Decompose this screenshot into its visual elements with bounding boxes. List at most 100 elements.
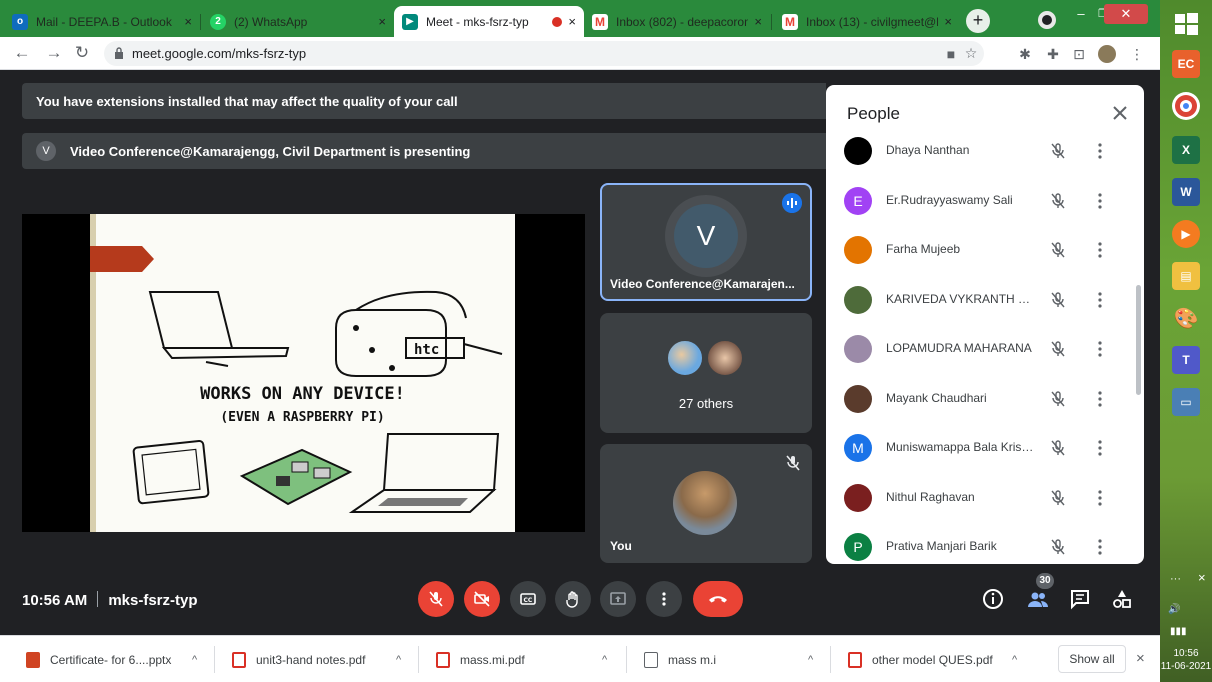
people-scrollbar[interactable]: [1136, 285, 1141, 395]
more-vert-icon[interactable]: [1094, 191, 1106, 211]
mic-off-icon[interactable]: [1048, 389, 1068, 409]
clock-time[interactable]: 10:56: [1160, 648, 1212, 659]
participant-name: Farha Mujeeb: [886, 242, 961, 256]
window-close-icon[interactable]: ✕: [1104, 4, 1148, 24]
tab-whatsapp[interactable]: 2 (2) WhatsApp ×: [202, 6, 394, 37]
participant-row[interactable]: Farha Mujeeb: [826, 226, 1144, 275]
tab-gmail-inbox-1[interactable]: M Inbox (802) - deepacoromar ×: [584, 6, 770, 37]
tab-close-icon[interactable]: ×: [754, 14, 762, 29]
extensions-puzzle-icon[interactable]: ✚: [1044, 45, 1062, 63]
close-icon[interactable]: ×: [1136, 650, 1145, 667]
leave-call-button[interactable]: [693, 581, 743, 617]
cast-icon[interactable]: ⊡: [1070, 45, 1088, 63]
forward-icon[interactable]: →: [44, 43, 64, 63]
excel-icon[interactable]: X: [1172, 136, 1200, 164]
mic-off-icon[interactable]: [1048, 290, 1068, 310]
participant-row[interactable]: M Muniswamappa Bala Krishna: [826, 424, 1144, 473]
others-tile[interactable]: 27 others: [600, 313, 812, 433]
more-vert-icon[interactable]: [1094, 488, 1106, 508]
chrome-icon[interactable]: [1172, 92, 1200, 120]
back-icon[interactable]: ←: [12, 43, 32, 63]
reload-icon[interactable]: ↻: [72, 43, 92, 63]
window-icon[interactable]: ▭: [1172, 388, 1200, 416]
download-item[interactable]: Certificate- for 6....pptx ^: [26, 636, 197, 682]
tab-gmail-inbox-2[interactable]: M Inbox (13) - civilgmeet@kan ×: [774, 6, 960, 37]
chevron-up-icon[interactable]: ^: [396, 654, 401, 666]
windows-start-icon[interactable]: [1172, 10, 1200, 38]
presentation-stage[interactable]: htc WORKS ON ANY DEVICE! (EVEN A RASPBER…: [22, 214, 585, 532]
others-count-label: 27 others: [678, 396, 734, 411]
raise-hand-button[interactable]: [555, 581, 591, 617]
mic-toggle-button[interactable]: [418, 581, 454, 617]
participant-row[interactable]: Mayank Chaudhari: [826, 375, 1144, 424]
captions-button[interactable]: CC: [510, 581, 546, 617]
tab-close-icon[interactable]: ×: [378, 14, 386, 29]
activities-icon[interactable]: [1110, 587, 1134, 611]
bookmark-star-icon[interactable]: ☆: [962, 44, 980, 62]
avatar[interactable]: [1098, 45, 1116, 63]
speaker-tile[interactable]: V Video Conference@Kamarajen...: [600, 183, 812, 301]
close-icon[interactable]: ×: [1198, 570, 1206, 585]
mic-off-icon[interactable]: [1048, 240, 1068, 260]
paint-icon[interactable]: 🎨: [1172, 304, 1200, 332]
network-icon[interactable]: ▮▮▮: [1170, 626, 1187, 637]
participant-row[interactable]: Nithul Raghavan: [826, 474, 1144, 523]
download-item[interactable]: mass m.i ^: [644, 636, 813, 682]
people-icon[interactable]: [1026, 587, 1050, 611]
media-player-icon[interactable]: ▶: [1172, 220, 1200, 248]
more-vert-icon[interactable]: [1094, 141, 1106, 161]
browser-menu-icon[interactable]: ⋮: [1128, 45, 1146, 63]
more-vert-icon[interactable]: [1094, 240, 1106, 260]
more-vert-icon[interactable]: [1094, 290, 1106, 310]
download-item[interactable]: other model QUES.pdf ^: [848, 636, 1017, 682]
app-icon[interactable]: EC: [1172, 50, 1200, 78]
more-vert-icon[interactable]: [1094, 339, 1106, 359]
participant-row[interactable]: Dhaya Nanthan: [826, 127, 1144, 176]
new-tab-button[interactable]: +: [966, 9, 990, 33]
mic-off-icon[interactable]: [1048, 488, 1068, 508]
tab-close-icon[interactable]: ×: [944, 14, 952, 29]
tray-overflow-icon[interactable]: ···: [1170, 573, 1181, 585]
more-options-button[interactable]: [646, 581, 682, 617]
camera-toggle-button[interactable]: [464, 581, 500, 617]
chat-icon[interactable]: [1068, 587, 1092, 611]
address-bar[interactable]: meet.google.com/mks-fsrz-typ ■ ☆: [104, 41, 984, 66]
folder-icon[interactable]: ▤: [1172, 262, 1200, 290]
chevron-up-icon[interactable]: ^: [1012, 654, 1017, 666]
show-all-downloads-button[interactable]: Show all: [1058, 645, 1126, 673]
teams-icon[interactable]: T: [1172, 346, 1200, 374]
camera-in-use-icon[interactable]: ■: [942, 45, 960, 63]
self-view-tile[interactable]: You: [600, 444, 812, 563]
profile-icon[interactable]: [1038, 11, 1056, 29]
clock-date[interactable]: 11-06-2021: [1160, 661, 1212, 672]
more-vert-icon[interactable]: [1094, 389, 1106, 409]
chevron-up-icon[interactable]: ^: [602, 654, 607, 666]
participant-row[interactable]: LOPAMUDRA MAHARANA: [826, 325, 1144, 374]
participant-name: Muniswamappa Bala Krishna: [886, 440, 1038, 454]
tab-meet[interactable]: ▶ Meet - mks-fsrz-typ ×: [394, 6, 584, 37]
more-vert-icon[interactable]: [1094, 438, 1106, 458]
word-icon[interactable]: W: [1172, 178, 1200, 206]
close-icon[interactable]: [1110, 103, 1130, 123]
chevron-up-icon[interactable]: ^: [808, 654, 813, 666]
mic-off-icon[interactable]: [1048, 438, 1068, 458]
avatar: [706, 339, 744, 377]
mic-off-icon[interactable]: [1048, 141, 1068, 161]
download-item[interactable]: unit3-hand notes.pdf ^: [232, 636, 401, 682]
participant-row[interactable]: KARIVEDA VYKRANTH REDDY: [826, 276, 1144, 325]
chevron-up-icon[interactable]: ^: [192, 654, 197, 666]
meeting-info-icon[interactable]: [981, 587, 1005, 611]
more-vert-icon[interactable]: [1094, 537, 1106, 557]
extension-icon[interactable]: ✱: [1016, 45, 1034, 63]
mic-off-icon[interactable]: [1048, 191, 1068, 211]
participant-row[interactable]: E Er.Rudrayyaswamy Sali: [826, 177, 1144, 226]
present-now-button[interactable]: [600, 581, 636, 617]
participant-row[interactable]: P Prativa Manjari Barik: [826, 523, 1144, 564]
download-item[interactable]: mass.mi.pdf ^: [436, 636, 607, 682]
mic-off-icon[interactable]: [1048, 537, 1068, 557]
mic-off-icon[interactable]: [1048, 339, 1068, 359]
tab-outlook[interactable]: o Mail - DEEPA.B - Outlook ×: [4, 6, 200, 37]
tab-close-icon[interactable]: ×: [568, 14, 576, 29]
tab-close-icon[interactable]: ×: [184, 14, 192, 29]
volume-icon[interactable]: 🔊: [1168, 604, 1180, 615]
